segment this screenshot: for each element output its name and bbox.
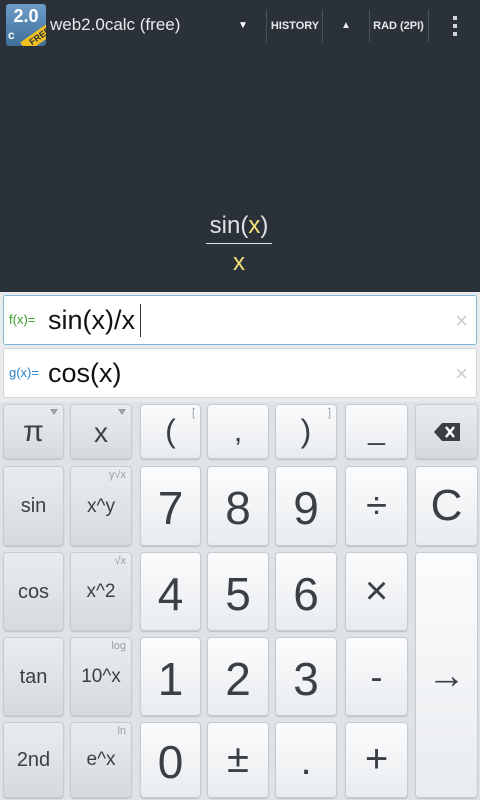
up-arrow-icon[interactable]: ▲: [324, 0, 368, 52]
fraction-numerator: sin(x): [209, 212, 269, 239]
fraction-denominator: x: [233, 249, 245, 276]
gx-value[interactable]: cos(x): [48, 358, 122, 389]
backspace-key[interactable]: [415, 404, 478, 459]
divider: [266, 10, 267, 42]
function-inputs: f(x)= sin(x)/x × g(x)= cos(x) ×: [0, 292, 480, 402]
app-title[interactable]: web2.0calc (free): [50, 15, 180, 35]
gx-label: g(x)=: [9, 365, 39, 380]
formula-preview: sin(x) x: [200, 212, 278, 277]
digit-0-key[interactable]: 0: [140, 722, 201, 798]
app-logo[interactable]: 2.0 c FREE: [6, 4, 46, 46]
fx-value[interactable]: sin(x)/x: [48, 305, 135, 336]
overflow-menu-icon[interactable]: [430, 0, 480, 52]
digit-2-key[interactable]: 2: [207, 637, 269, 716]
clear-input-icon[interactable]: ×: [455, 308, 468, 334]
history-button[interactable]: HISTORY: [269, 0, 321, 52]
digit-8-key[interactable]: 8: [207, 466, 269, 546]
cos-key[interactable]: cos: [3, 552, 64, 631]
digit-7-key[interactable]: 7: [140, 466, 201, 546]
action-bar: 2.0 c FREE web2.0calc (free) ▼ HISTORY ▲…: [0, 0, 480, 52]
comma-key[interactable]: ,: [207, 404, 269, 459]
divider: [369, 10, 370, 42]
square-key[interactable]: x^2 √x: [70, 552, 132, 631]
sin-key[interactable]: sin: [3, 466, 64, 546]
open-paren-key[interactable]: ( [: [140, 404, 201, 459]
multiply-key[interactable]: ×: [345, 552, 408, 631]
digit-3-key[interactable]: 3: [275, 637, 337, 716]
divider: [322, 10, 323, 42]
enter-key[interactable]: →: [415, 552, 478, 798]
digit-9-key[interactable]: 9: [275, 466, 337, 546]
digit-6-key[interactable]: 6: [275, 552, 337, 631]
decimal-point-key[interactable]: .: [275, 722, 337, 798]
logo-sub-text: c: [8, 28, 15, 42]
divider: [428, 10, 429, 42]
variable-x-key[interactable]: x: [70, 404, 132, 459]
keypad: π x ( [ , ) ] _ sin x^y y√x 7 8 9 ÷ C co…: [0, 402, 480, 800]
dropdown-arrow-icon[interactable]: ▼: [230, 0, 256, 52]
clear-key[interactable]: C: [415, 466, 478, 546]
clear-input-icon[interactable]: ×: [455, 361, 468, 387]
ten-power-key[interactable]: 10^x log: [70, 637, 132, 716]
close-paren-key[interactable]: ) ]: [275, 404, 337, 459]
underscore-key[interactable]: _: [345, 404, 408, 459]
enter-arrow-icon: →: [427, 655, 466, 697]
plus-key[interactable]: +: [345, 722, 408, 798]
digit-5-key[interactable]: 5: [207, 552, 269, 631]
fx-label: f(x)=: [9, 312, 36, 327]
plus-minus-key[interactable]: ±: [207, 722, 269, 798]
dropdown-triangle-icon: [50, 409, 58, 415]
tan-key[interactable]: tan: [3, 637, 64, 716]
gx-input-field[interactable]: g(x)= cos(x) ×: [3, 348, 477, 398]
logo-main-text: 2.0: [13, 6, 39, 26]
divide-key[interactable]: ÷: [345, 466, 408, 546]
fx-input-field[interactable]: f(x)= sin(x)/x ×: [3, 295, 477, 345]
second-function-key[interactable]: 2nd: [3, 722, 64, 798]
exp-key[interactable]: e^x ln: [70, 722, 132, 798]
digit-1-key[interactable]: 1: [140, 637, 201, 716]
angle-mode-button[interactable]: RAD (2PI): [371, 0, 426, 52]
text-cursor: [140, 304, 141, 337]
fraction-bar: [206, 243, 272, 244]
pi-key[interactable]: π: [3, 404, 64, 459]
digit-4-key[interactable]: 4: [140, 552, 201, 631]
result-display: sin(x) x: [0, 52, 480, 292]
backspace-icon: [434, 423, 460, 441]
dropdown-triangle-icon: [118, 409, 126, 415]
power-key[interactable]: x^y y√x: [70, 466, 132, 546]
minus-key[interactable]: -: [345, 637, 408, 716]
